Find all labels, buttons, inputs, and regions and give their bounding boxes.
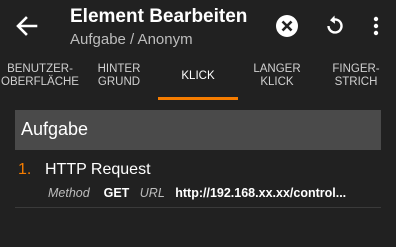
page-title: Element Bearbeiten <box>70 6 248 27</box>
tab-hintergrund[interactable]: HINTER GRUND <box>80 52 158 100</box>
method-label: Method <box>48 186 90 200</box>
close-circle-icon[interactable] <box>274 13 300 39</box>
tab-benutzeroberflaeche[interactable]: BENUTZER- OBERFLÄCHE <box>0 52 80 100</box>
tab-klick[interactable]: KLICK <box>158 52 238 100</box>
divider <box>15 207 381 208</box>
tab-bar: BENUTZER- OBERFLÄCHE HINTER GRUND KLICK … <box>0 52 396 100</box>
tab-langer-klick[interactable]: LANGER KLICK <box>238 52 316 100</box>
action-params[interactable]: Method GET URL http://192.168.xx.xx/cont… <box>48 186 346 200</box>
tab-fingerstrich[interactable]: FINGER- STRICH <box>316 52 396 100</box>
url-value: http://192.168.xx.xx/control... <box>175 186 347 200</box>
action-number: 1. <box>18 161 32 178</box>
page-subtitle: Aufgabe / Anonym <box>70 31 193 48</box>
more-vert-icon[interactable] <box>364 12 388 40</box>
action-name[interactable]: HTTP Request <box>45 161 151 179</box>
app-bar: Element Bearbeiten Aufgabe / Anonym <box>0 0 396 52</box>
content-area: Aufgabe 1. HTTP Request Method GET URL h… <box>0 100 396 247</box>
url-label: URL <box>139 186 165 200</box>
back-arrow-icon[interactable] <box>12 11 42 41</box>
method-value: GET <box>103 186 130 200</box>
section-header: Aufgabe <box>15 110 381 150</box>
section-title: Aufgabe <box>21 119 89 139</box>
refresh-icon[interactable] <box>321 12 349 40</box>
